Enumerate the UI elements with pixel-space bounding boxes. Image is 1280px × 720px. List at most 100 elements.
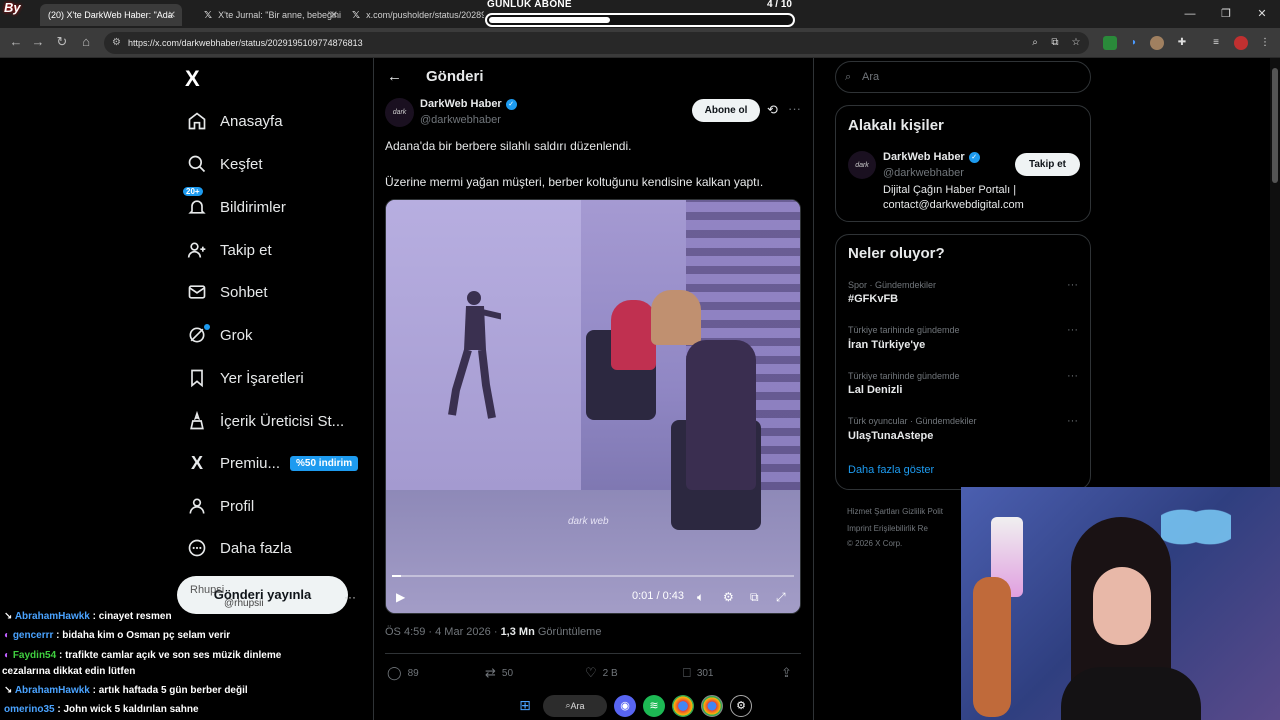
more-options-icon[interactable]: ··· bbox=[788, 101, 801, 116]
close-icon[interactable]: ✕ bbox=[168, 10, 176, 21]
close-window-button[interactable]: ✕ bbox=[1244, 0, 1280, 28]
author-name-row[interactable]: DarkWeb Haber ✓ bbox=[420, 98, 517, 110]
sidebar-account-handle[interactable]: @rhupsii bbox=[224, 598, 264, 609]
post-timestamp[interactable]: ÖS 4:59 · 4 Mar 2026 · bbox=[385, 626, 501, 638]
sidebar-item-profile[interactable]: Profil bbox=[186, 491, 254, 521]
footer-links-row-1[interactable]: Hizmet Şartları Gizlilik Polit bbox=[847, 507, 943, 516]
reload-icon[interactable]: ↻ bbox=[52, 34, 72, 50]
share-button[interactable]: ⇪ bbox=[781, 665, 798, 681]
trend-item[interactable]: Lal Denizli bbox=[848, 384, 902, 396]
forward-icon[interactable]: → bbox=[28, 34, 48, 49]
install-icon[interactable]: ⧉ bbox=[1048, 36, 1062, 50]
profile-avatar-icon[interactable] bbox=[1234, 36, 1248, 50]
sidebar-item-chat[interactable]: Sohbet bbox=[186, 277, 268, 307]
chrome-active-icon[interactable] bbox=[701, 694, 723, 717]
grok-explain-icon[interactable]: ⟲ bbox=[767, 102, 778, 118]
volume-icon[interactable]: 🔈︎ bbox=[697, 590, 704, 605]
reading-list-icon[interactable]: ≡ bbox=[1209, 36, 1223, 50]
bookmark-icon: ⎕ bbox=[683, 665, 691, 680]
url-field[interactable]: ⚙ https://x.com/darkwebhaber/status/2029… bbox=[104, 32, 1089, 54]
home-browser-icon[interactable]: ⌂ bbox=[76, 34, 96, 49]
video-player[interactable]: dark web ▶ 0:01 / 0:43 🔈︎ ⚙ ⧉ ⤢ bbox=[385, 199, 801, 614]
premium-discount-badge: %50 indirim bbox=[290, 455, 359, 471]
trend-item[interactable]: UlaşTunaAstepe bbox=[848, 430, 933, 442]
bookmark-button[interactable]: ⎕ 301 bbox=[683, 665, 714, 681]
trend-item[interactable]: İran Türkiye'ye bbox=[848, 339, 925, 351]
browser-menu-icon[interactable]: ⋮ bbox=[1258, 36, 1272, 50]
sidebar-item-premium[interactable]: X Premiu... %50 indirim bbox=[186, 448, 359, 478]
video-scene-person bbox=[651, 290, 701, 345]
sidebar-account-name[interactable]: Rhupsi bbox=[190, 584, 224, 596]
minimize-button[interactable]: — bbox=[1172, 0, 1208, 28]
post-actions-divider bbox=[385, 653, 801, 654]
close-icon[interactable]: ✕ bbox=[330, 10, 338, 21]
like-button[interactable]: ♡ 2 B bbox=[585, 665, 618, 681]
x-icon: X bbox=[190, 452, 203, 473]
back-icon[interactable]: ← bbox=[6, 34, 26, 49]
browser-tab-2[interactable]: 𝕏 X'te Jurnal: "Bir anne, bebeğini ✕ bbox=[196, 4, 344, 26]
sidebar-item-grok[interactable]: Grok bbox=[186, 320, 253, 350]
extension-avatar-icon[interactable] bbox=[1150, 36, 1164, 50]
zoom-icon[interactable]: ⌕ bbox=[1028, 36, 1042, 50]
related-bio-line-2[interactable]: contact@darkwebdigital.com bbox=[883, 199, 1024, 211]
related-name-row[interactable]: DarkWeb Haber ✓ bbox=[883, 151, 980, 163]
chat-message: ↘ AbrahamHawkk : artık haftada 5 gün ber… bbox=[4, 685, 248, 696]
sidebar-item-creator-studio[interactable]: İçerik Üreticisi St... bbox=[186, 406, 344, 436]
main-right-divider bbox=[813, 58, 814, 720]
x-logo-icon[interactable]: X bbox=[185, 66, 200, 92]
related-avatar[interactable]: dark bbox=[848, 151, 876, 179]
extension-shield-icon[interactable] bbox=[1103, 36, 1117, 50]
taskbar-search[interactable]: ⌕ Ara bbox=[543, 694, 607, 717]
browser-tab-3[interactable]: 𝕏 x.com/pusholder/status/20289 bbox=[344, 4, 484, 26]
browser-tab-1[interactable]: (20) X'te DarkWeb Haber: "Ada ✕ bbox=[40, 4, 182, 26]
maximize-button[interactable]: ❐ bbox=[1208, 0, 1244, 28]
extension-audio-icon[interactable]: ◗ bbox=[1127, 36, 1141, 50]
follow-button[interactable]: Takip et bbox=[1015, 153, 1080, 176]
sidebar-item-more[interactable]: Daha fazla bbox=[186, 533, 292, 563]
author-avatar[interactable]: dark bbox=[385, 98, 414, 127]
fullscreen-icon[interactable]: ⤢ bbox=[776, 590, 786, 605]
extensions-puzzle-icon[interactable]: ✚ bbox=[1175, 36, 1189, 50]
sidebar-item-home[interactable]: Anasayfa bbox=[186, 106, 283, 136]
trend-more-icon[interactable]: ··· bbox=[1067, 415, 1078, 427]
sidebar-item-label: İçerik Üreticisi St... bbox=[220, 412, 345, 430]
creator-icon bbox=[186, 410, 208, 432]
tab-label: X'te Jurnal: "Bir anne, bebeğini bbox=[218, 10, 342, 20]
repost-button[interactable]: ⇄ 50 bbox=[485, 665, 513, 681]
author-handle[interactable]: @darkwebhaber bbox=[420, 114, 501, 126]
play-icon[interactable]: ▶ bbox=[396, 590, 405, 604]
windows-start-icon[interactable]: ⊞ bbox=[514, 695, 536, 717]
related-handle: @darkwebhaber bbox=[883, 167, 964, 179]
chat-user: AbrahamHawkk bbox=[14, 685, 90, 696]
sidebar-item-explore[interactable]: Keşfet bbox=[186, 149, 263, 179]
chat-prefix-icon: ◐ bbox=[4, 630, 11, 641]
post-text-line-1: Adana'da bir berbere silahlı saldırı düz… bbox=[385, 139, 632, 153]
chrome-icon[interactable] bbox=[672, 694, 694, 717]
video-scene-person bbox=[611, 300, 656, 370]
subscribe-button[interactable]: Abone ol bbox=[692, 99, 760, 122]
footer-links-row-2[interactable]: Imprint Erişilebilirlik Re bbox=[847, 524, 928, 533]
scrollbar-thumb[interactable] bbox=[1272, 68, 1278, 183]
sidebar-item-notifications[interactable]: 20+ Bildirimler bbox=[183, 187, 286, 222]
back-arrow-icon[interactable]: ← bbox=[387, 68, 402, 85]
trend-more-icon[interactable]: ··· bbox=[1067, 370, 1078, 382]
sidebar-item-bookmarks[interactable]: Yer İşaretleri bbox=[186, 363, 304, 393]
picture-in-picture-icon[interactable]: ⧉ bbox=[750, 590, 759, 605]
video-progress-bar[interactable] bbox=[392, 575, 794, 577]
app-icon[interactable]: ⚙ bbox=[730, 694, 752, 717]
trend-item[interactable]: #GFKvFB bbox=[848, 293, 898, 305]
settings-gear-icon[interactable]: ⚙ bbox=[723, 590, 734, 604]
sidebar-item-follow[interactable]: Takip et bbox=[186, 235, 272, 265]
verified-badge-icon: ✓ bbox=[505, 98, 517, 110]
reply-button[interactable]: ◯ 89 bbox=[387, 665, 419, 681]
bookmark-star-icon[interactable]: ☆ bbox=[1069, 36, 1083, 50]
trend-more-icon[interactable]: ··· bbox=[1067, 324, 1078, 336]
trend-more-icon[interactable]: ··· bbox=[1067, 279, 1078, 291]
account-more-icon[interactable]: ··· bbox=[344, 590, 356, 604]
chat-prefix-icon: ◐ bbox=[4, 650, 11, 661]
discord-icon[interactable]: ◉ bbox=[614, 694, 636, 717]
search-input[interactable]: ⌕ Ara bbox=[835, 61, 1091, 93]
show-more-link[interactable]: Daha fazla göster bbox=[848, 464, 934, 476]
spotify-icon[interactable]: ≋ bbox=[643, 694, 665, 717]
site-info-icon[interactable]: ⚙ bbox=[112, 32, 121, 54]
